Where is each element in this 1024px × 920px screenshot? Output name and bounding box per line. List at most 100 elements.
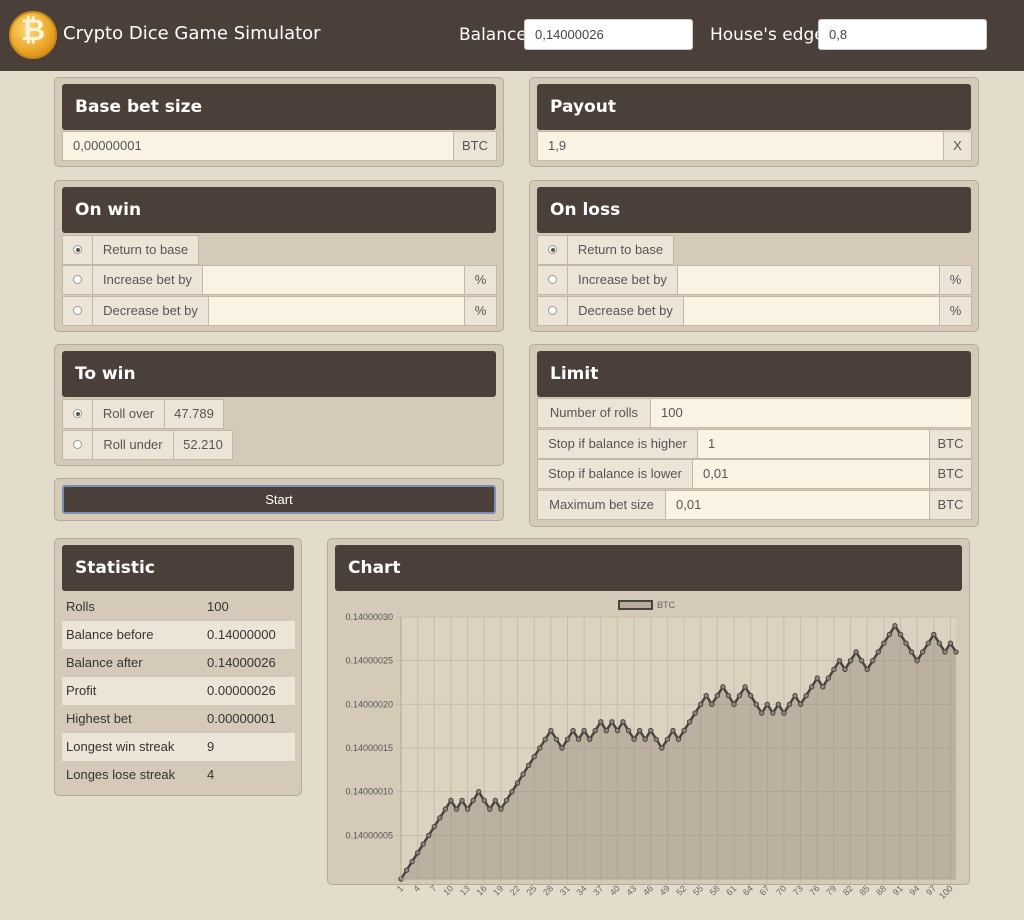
base-bet-input[interactable]: 0,00000001 (62, 131, 454, 161)
on-loss-decrease-radio[interactable] (537, 296, 568, 326)
on-win-increase-radio[interactable] (62, 265, 93, 295)
radio-icon (73, 275, 82, 285)
data-point (792, 692, 798, 699)
data-point (925, 640, 931, 646)
data-point (809, 684, 815, 690)
x-tick-label: 34 (574, 883, 588, 897)
x-tick-label: 37 (591, 883, 605, 897)
stat-row-balance-after: Balance after 0.14000026 (62, 649, 295, 677)
data-point (636, 727, 643, 734)
x-tick-label: 43 (624, 883, 638, 897)
x-tick-label: 70 (774, 883, 788, 897)
data-point (514, 780, 521, 786)
y-tick-label: 0.14000025 (345, 656, 393, 666)
on-win-return-radio[interactable] (62, 235, 93, 265)
x-tick-label: 100 (937, 883, 955, 901)
x-tick-label: 97 (924, 883, 938, 897)
data-point (842, 666, 848, 673)
on-win-panel: On win Return to base Increase bet by % … (54, 180, 504, 332)
data-point (642, 736, 648, 742)
data-point (653, 736, 659, 742)
data-point (520, 771, 526, 777)
roll-under-radio[interactable] (62, 430, 93, 460)
x-tick-label: 91 (891, 883, 905, 897)
x-tick-label: 10 (441, 883, 455, 897)
data-point (747, 692, 754, 699)
stat-value: 0.14000026 (207, 655, 276, 670)
stat-label: Balance after (66, 655, 143, 670)
data-point (498, 806, 504, 812)
data-point (542, 736, 549, 742)
on-loss-title: On loss (537, 187, 971, 233)
payout-input[interactable]: 1,9 (537, 131, 944, 161)
on-loss-increase-input[interactable] (677, 265, 940, 295)
data-point (598, 719, 604, 725)
on-loss-increase-radio[interactable] (537, 265, 568, 295)
rolls-limit-input[interactable]: 100 (650, 398, 972, 428)
x-tick-label: 55 (691, 883, 705, 897)
data-point (775, 701, 782, 708)
payout-title: Payout (537, 84, 971, 130)
x-tick-label: 67 (758, 883, 772, 897)
radio-selected-icon (548, 245, 557, 255)
stat-label: Highest bet (66, 711, 132, 726)
data-point (553, 736, 560, 742)
data-point (548, 727, 554, 734)
stat-row-profit: Profit 0.00000026 (62, 677, 295, 705)
data-point (603, 727, 610, 734)
x-tick-label: 49 (658, 883, 672, 897)
data-point (559, 745, 565, 751)
on-win-increase-input[interactable] (202, 265, 465, 295)
data-point (403, 867, 410, 873)
on-win-decrease-label: Decrease bet by (92, 296, 209, 326)
data-point (464, 806, 471, 812)
data-point (476, 788, 482, 795)
data-point (581, 727, 587, 734)
x-tick-label: 64 (741, 883, 755, 897)
stat-row-lose-streak: Longes lose streak 4 (62, 761, 295, 789)
data-point (670, 727, 676, 734)
on-win-decrease-input[interactable] (208, 296, 465, 326)
x-tick-label: 13 (458, 883, 472, 897)
on-loss-decrease-input[interactable] (683, 296, 940, 326)
radio-icon (548, 275, 557, 285)
data-point (720, 684, 726, 690)
to-win-panel: To win Roll over 47.789 Roll under 52.21… (54, 344, 504, 466)
roll-over-radio[interactable] (62, 399, 93, 429)
data-point (825, 675, 832, 681)
radio-icon (73, 440, 82, 450)
x-tick-label: 7 (428, 883, 439, 894)
y-tick-label: 0.14000010 (345, 787, 393, 797)
stat-label: Balance before (66, 627, 154, 642)
start-button[interactable]: Start (62, 485, 496, 514)
stop-lower-label: Stop if balance is lower (537, 459, 693, 489)
base-bet-unit: BTC (453, 131, 497, 161)
limit-panel: Limit Number of rolls 100 Stop if balanc… (529, 344, 979, 527)
stat-row-balance-before: Balance before 0.14000000 (62, 621, 295, 649)
house-edge-input[interactable]: 0,8 (818, 19, 987, 50)
balance-input[interactable]: 0,14000026 (524, 19, 693, 50)
data-point (797, 701, 804, 708)
data-point (442, 806, 449, 812)
data-point (431, 823, 438, 830)
roll-under-value: 52.210 (173, 430, 233, 460)
data-point (742, 684, 748, 690)
stop-lower-input[interactable]: 0,01 (692, 459, 930, 489)
stop-higher-input[interactable]: 1 (697, 429, 930, 459)
max-bet-input[interactable]: 0,01 (665, 490, 930, 520)
x-tick-label: 1 (395, 883, 406, 894)
chart-legend: BTC (618, 600, 676, 610)
balance-chart: 0.14000005 0.14000010 0.14000015 0.14000020… (345, 600, 959, 901)
on-loss-increase-label: Increase bet by (567, 265, 678, 295)
on-loss-return-radio[interactable] (537, 235, 568, 265)
x-tick-label: 28 (541, 883, 555, 897)
stat-label: Profit (66, 683, 97, 698)
x-tick-label: 19 (491, 883, 505, 897)
data-point (470, 797, 476, 804)
roll-over-value: 47.789 (164, 399, 224, 429)
on-win-decrease-radio[interactable] (62, 296, 93, 326)
max-bet-label: Maximum bet size (537, 490, 666, 520)
radio-icon (548, 306, 557, 316)
stat-label: Longest win streak (66, 739, 175, 754)
x-tick-label: 25 (524, 883, 538, 897)
